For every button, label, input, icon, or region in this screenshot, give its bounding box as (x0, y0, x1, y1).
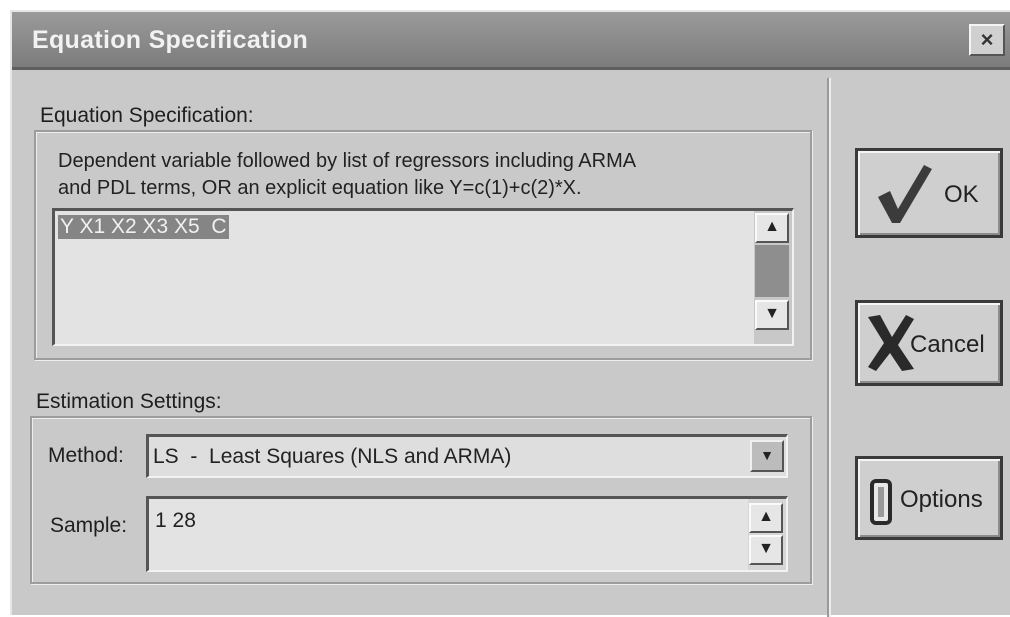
options-icon (868, 479, 898, 532)
title-bar[interactable]: Equation Specification × (12, 12, 1010, 70)
estimation-group-label: Estimation Settings: (36, 390, 222, 413)
vertical-divider (827, 78, 831, 617)
x-icon (866, 313, 916, 380)
checkmark-icon (874, 161, 934, 234)
scroll-down-arrow-icon[interactable]: ▼ (749, 535, 783, 565)
dialog-title: Equation Specification (32, 26, 309, 54)
cancel-label: Cancel (910, 331, 985, 358)
sample-spinner[interactable]: ▲ ▼ (748, 499, 786, 570)
method-value: LS - Least Squares (NLS and ARMA) (153, 445, 512, 468)
options-label: Options (900, 486, 983, 513)
estimation-group-box: Method: LS - Least Squares (NLS and ARMA… (30, 416, 812, 584)
equation-group-box: Dependent variable followed by list of r… (34, 130, 812, 360)
sample-value: 1 28 (155, 509, 196, 532)
equation-group-label: Equation Specification: (40, 104, 254, 127)
equation-scrollbar[interactable]: ▲ ▼ (754, 211, 792, 344)
equation-hint-line2: and PDL terms, OR an explicit equation l… (58, 177, 582, 199)
scroll-down-arrow-icon[interactable]: ▼ (755, 300, 789, 330)
options-button[interactable]: Options (855, 456, 1003, 540)
cancel-button[interactable]: Cancel (855, 300, 1003, 386)
ok-label: OK (944, 181, 979, 208)
chevron-down-icon[interactable]: ▼ (750, 440, 784, 472)
equation-hint-line1: Dependent variable followed by list of r… (58, 150, 637, 172)
equation-text: Y X1 X2 X3 X5 C (58, 215, 229, 239)
sample-label: Sample: (50, 514, 128, 537)
sample-input[interactable]: 1 28 ▲ ▼ (146, 496, 788, 572)
scrollbar-thumb[interactable] (755, 245, 789, 297)
method-label: Method: (48, 444, 124, 467)
method-select[interactable]: LS - Least Squares (NLS and ARMA) ▼ (146, 434, 788, 478)
scroll-up-arrow-icon[interactable]: ▲ (749, 503, 783, 533)
equation-textarea[interactable]: Y X1 X2 X3 X5 C ▲ ▼ (52, 208, 794, 346)
scroll-up-arrow-icon[interactable]: ▲ (755, 213, 789, 243)
equation-specification-dialog: Equation Specification × Equation Specif… (10, 10, 1010, 617)
close-button[interactable]: × (969, 24, 1005, 56)
ok-button[interactable]: OK (855, 148, 1003, 238)
